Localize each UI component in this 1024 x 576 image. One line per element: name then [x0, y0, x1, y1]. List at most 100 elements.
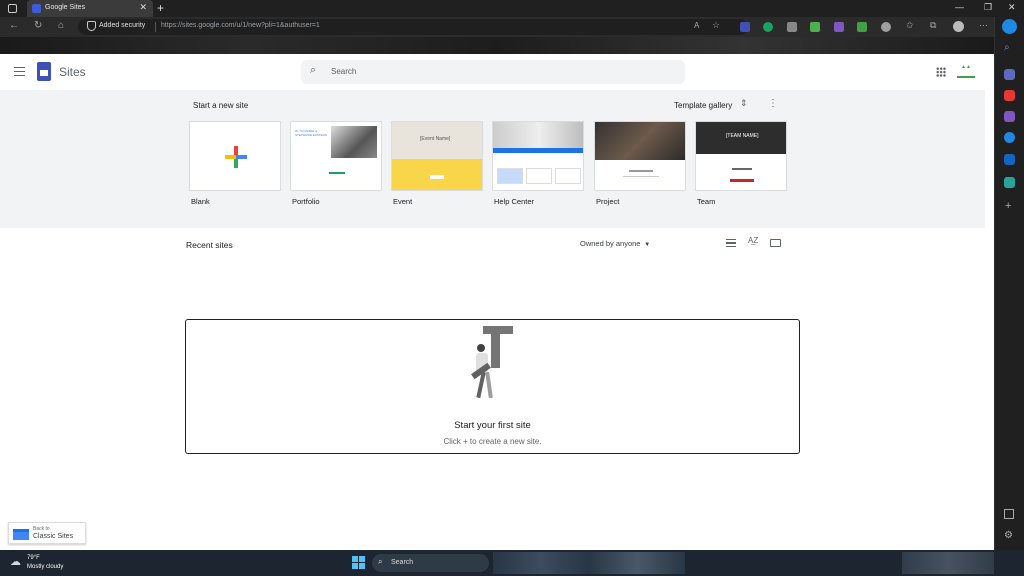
minimize-button[interactable]: — — [955, 2, 964, 12]
dropdown-arrow-icon: ▼ — [642, 242, 651, 248]
template-blank[interactable] — [189, 121, 281, 191]
sidebar-outlook-icon[interactable] — [1004, 154, 1015, 165]
template-project[interactable] — [594, 121, 686, 191]
sidebar-send-icon[interactable] — [1004, 177, 1015, 188]
template-label-event: Event — [393, 197, 413, 206]
template-gallery: Start a new site Template gallery ⇕ ⋮ Bl… — [0, 90, 985, 228]
extension-7-icon[interactable] — [881, 22, 891, 32]
cloud-icon: ☁ — [10, 556, 21, 568]
template-label-team: Team — [697, 197, 716, 206]
address-divider — [155, 22, 156, 32]
project-thumb-line-1 — [629, 170, 653, 172]
sort-az-icon[interactable]: A͢Z — [748, 236, 758, 245]
bing-icon[interactable] — [1002, 19, 1017, 34]
collections-icon[interactable]: ⧉ — [930, 20, 936, 31]
close-window-button[interactable]: ✕ — [1008, 2, 1016, 13]
owner-filter-dropdown[interactable]: Owned by anyone ▼ — [580, 239, 650, 248]
sidebar-games-icon[interactable] — [1004, 111, 1015, 122]
sidebar-search-icon[interactable]: ⌕ — [1004, 42, 1010, 53]
owner-filter-label: Owned by anyone — [580, 239, 641, 248]
help-thumb-card-3 — [555, 168, 581, 184]
template-label-help-center: Help Center — [494, 197, 535, 206]
sidebar-layout-icon[interactable] — [1004, 509, 1014, 519]
extension-6-icon[interactable] — [857, 22, 867, 32]
help-thumb-card-1 — [497, 168, 523, 184]
windows-start-icon[interactable] — [352, 556, 365, 569]
refresh-icon[interactable]: ↻ — [34, 20, 42, 31]
sites-page: Sites ⌕ Search ▲▲ Start a new site Templ… — [0, 54, 994, 550]
plus-icon — [225, 146, 247, 168]
security-label[interactable]: Added security — [99, 22, 145, 29]
weather-temp: 79°F — [27, 555, 40, 561]
event-thumb-banner — [392, 159, 482, 190]
sites-favicon-icon — [32, 4, 41, 13]
back-to-classic-sites[interactable]: Back to Classic Sites — [8, 522, 86, 544]
empty-state-title: Start your first site — [454, 420, 531, 431]
extension-5-icon[interactable] — [834, 22, 844, 32]
weather-widget[interactable]: ☁ 79°F Mostly cloudy — [8, 553, 88, 573]
template-gallery-toggle[interactable]: Template gallery — [674, 101, 732, 110]
team-thumb-button — [730, 179, 754, 182]
favorites-icon[interactable]: ✩ — [906, 20, 914, 31]
list-view-icon[interactable] — [726, 239, 736, 247]
extension-3-icon[interactable] — [787, 22, 797, 32]
main-menu-icon[interactable] — [14, 67, 25, 76]
windows-taskbar: ☁ 79°F Mostly cloudy ⌕ Search — [0, 550, 1024, 576]
portfolio-thumb-line — [329, 172, 345, 174]
window-menu-icon[interactable] — [8, 4, 17, 13]
read-aloud-icon[interactable]: A — [694, 21, 699, 30]
bookmarks-bar — [0, 37, 994, 54]
project-thumb-line-2 — [623, 176, 659, 177]
template-label-blank: Blank — [191, 197, 210, 206]
taskbar-search-label: Search — [391, 559, 414, 566]
search-input[interactable]: Search — [331, 67, 356, 76]
team-thumb-line — [732, 168, 752, 170]
back-icon[interactable]: ← — [9, 20, 19, 31]
account-avatar[interactable]: ▲▲ — [957, 64, 975, 78]
taskbar-apps-blurred — [493, 552, 685, 574]
more-options-icon[interactable]: ⋮ — [768, 98, 778, 109]
weather-desc: Mostly cloudy — [27, 564, 64, 570]
portfolio-thumb-text: HI, I'M MAMIE & STEPHANIE EASTERN — [295, 129, 328, 137]
portfolio-thumb-photo — [331, 126, 377, 158]
home-icon[interactable]: ⌂ — [58, 20, 64, 31]
classic-back-line2: Classic Sites — [33, 533, 74, 540]
extension-2-icon[interactable] — [763, 22, 773, 32]
sites-logo-icon — [37, 62, 51, 81]
sidebar-tag-icon[interactable] — [1004, 69, 1015, 80]
sidebar-office-icon[interactable] — [1004, 132, 1015, 143]
folder-icon[interactable] — [770, 239, 781, 247]
app-name: Sites — [59, 65, 86, 79]
tab-close-icon[interactable]: ✕ — [139, 2, 147, 13]
shield-icon — [87, 21, 96, 31]
profile-avatar[interactable] — [953, 21, 964, 32]
search-icon: ⌕ — [310, 64, 317, 76]
unfold-icon[interactable]: ⇕ — [740, 98, 748, 109]
sidebar-add-icon[interactable]: + — [1005, 200, 1011, 212]
template-team[interactable]: [TEAM NAME] — [695, 121, 787, 191]
new-tab-button[interactable]: + — [157, 1, 164, 15]
person-carrying-t-illustration — [471, 326, 516, 406]
sidebar-settings-icon[interactable]: ⚙ — [1004, 530, 1013, 541]
browser-tab[interactable]: Google Sites ✕ — [27, 0, 153, 17]
extension-1-icon[interactable] — [740, 22, 750, 32]
tab-title: Google Sites — [45, 4, 86, 11]
url-text[interactable]: https://sites.google.com/u/1/new?pli=1&a… — [161, 22, 320, 29]
apps-grid-icon[interactable] — [936, 67, 946, 77]
browser-tab-bar: Google Sites ✕ + — ❐ ✕ — [0, 0, 1024, 17]
template-event[interactable]: [Event Name] — [391, 121, 483, 191]
search-box[interactable]: ⌕ Search — [301, 60, 685, 84]
sidebar-toolbox-icon[interactable] — [1004, 90, 1015, 101]
event-thumb-title: [Event Name] — [420, 136, 451, 142]
favorite-star-icon[interactable]: ☆ — [712, 20, 720, 31]
template-help-center[interactable] — [492, 121, 584, 191]
settings-more-icon[interactable]: ⋯ — [979, 20, 988, 31]
empty-state-subtitle: Click + to create a new site. — [443, 437, 542, 446]
taskbar-search[interactable]: ⌕ Search — [372, 554, 489, 572]
template-portfolio[interactable]: HI, I'M MAMIE & STEPHANIE EASTERN — [290, 121, 382, 191]
template-label-portfolio: Portfolio — [292, 197, 320, 206]
extension-4-icon[interactable] — [810, 22, 820, 32]
restore-button[interactable]: ❐ — [984, 2, 992, 13]
taskbar-search-icon: ⌕ — [378, 557, 383, 566]
project-thumb-photo — [595, 122, 685, 160]
